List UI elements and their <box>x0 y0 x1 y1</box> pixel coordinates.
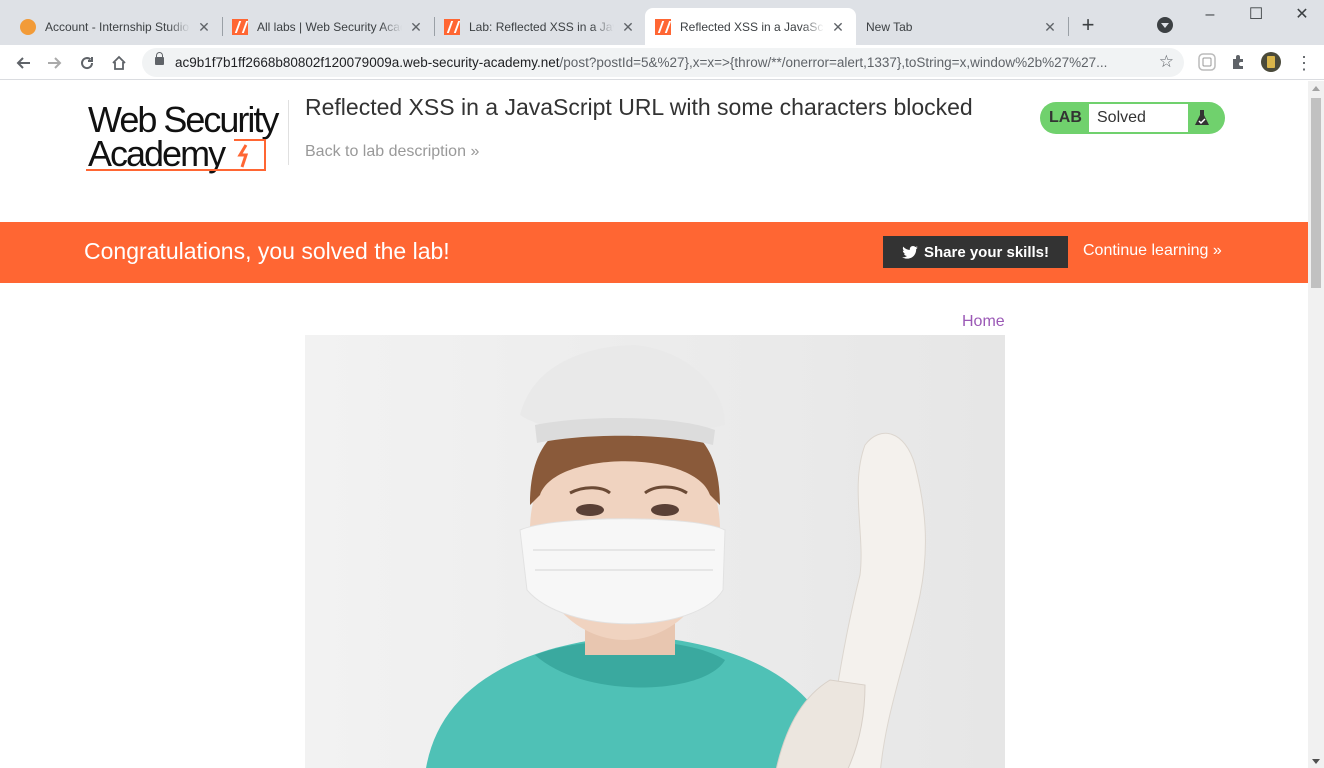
tab-title: Reflected XSS in a JavaScript URL <box>680 19 824 34</box>
back-to-description-link[interactable]: Back to lab description » <box>305 143 479 161</box>
continue-learning-link[interactable]: Continue learning » <box>1083 242 1222 260</box>
minimize-icon[interactable]: – <box>1187 4 1233 26</box>
profile-avatar-icon[interactable] <box>1261 52 1281 72</box>
url-text[interactable]: ac9b1f7b1ff2668b80802f120079009a.web-sec… <box>175 55 1125 70</box>
tab-title: Account - Internship Studio <box>45 19 190 34</box>
burp-icon <box>232 18 248 35</box>
lock-icon[interactable] <box>155 52 164 65</box>
page-viewport: Web Security Academy Reflected XSS in a … <box>0 81 1308 768</box>
scrollbar-thumb[interactable] <box>1311 98 1321 288</box>
double-chevron-icon: » <box>1212 242 1222 259</box>
scroll-up-arrow-icon[interactable] <box>1312 86 1320 91</box>
address-bar[interactable]: ac9b1f7b1ff2668b80802f120079009a.web-sec… <box>142 48 1184 77</box>
close-icon[interactable]: ✕ <box>620 19 636 35</box>
tab-title: New Tab <box>866 19 913 34</box>
internship-studio-icon <box>20 18 36 35</box>
tab-title: Lab: Reflected XSS in a JavaScript URL <box>469 19 614 34</box>
continue-label: Continue learning <box>1083 242 1209 259</box>
close-icon[interactable]: ✕ <box>196 19 212 35</box>
window-close-icon[interactable]: ✕ <box>1279 4 1324 26</box>
back-link-label: Back to lab description <box>305 143 466 160</box>
browser-tabstrip: Account - Internship Studio ✕ All labs |… <box>0 0 1324 45</box>
browser-toolbar: ac9b1f7b1ff2668b80802f120079009a.web-sec… <box>0 45 1324 80</box>
tab-separator <box>1068 17 1069 36</box>
menu-kebab-icon[interactable]: ⋮ <box>1290 49 1318 77</box>
vertical-scrollbar[interactable] <box>1308 81 1324 768</box>
solved-banner: Congratulations, you solved the lab! Sha… <box>0 222 1308 283</box>
lab-title: Reflected XSS in a JavaScript URL with s… <box>305 94 973 120</box>
congratulations-message: Congratulations, you solved the lab! <box>84 238 450 264</box>
header-divider <box>288 100 289 165</box>
burp-icon <box>444 18 460 35</box>
status-box: Solved <box>1089 104 1188 132</box>
tab-all-labs[interactable]: All labs | Web Security Academy ✕ <box>222 8 434 45</box>
tab-new-tab[interactable]: New Tab ✕ <box>856 8 1068 45</box>
close-icon[interactable]: ✕ <box>408 19 424 35</box>
tab-lab-description[interactable]: Lab: Reflected XSS in a JavaScript URL ✕ <box>434 8 646 45</box>
lab-status-widget: LAB Solved <box>1040 102 1225 134</box>
bookmark-star-icon[interactable]: ☆ <box>1159 52 1174 72</box>
flask-icon <box>1193 109 1211 127</box>
logo-lightning-icon <box>234 139 266 171</box>
home-icon[interactable] <box>105 49 133 77</box>
maximize-icon[interactable]: ☐ <box>1233 4 1279 26</box>
url-host: ac9b1f7b1ff2668b80802f120079009a.web-sec… <box>175 55 560 70</box>
burp-icon <box>655 18 671 35</box>
extension-icon[interactable] <box>1197 52 1217 72</box>
tab-title: All labs | Web Security Academy <box>257 19 402 34</box>
share-skills-button[interactable]: Share your skills! <box>883 236 1068 268</box>
twitter-icon <box>902 245 918 259</box>
close-icon[interactable]: ✕ <box>830 19 846 35</box>
surgeon-photo <box>305 335 1005 768</box>
back-icon[interactable] <box>9 49 37 77</box>
puzzle-extensions-icon[interactable] <box>1229 52 1249 72</box>
share-label: Share your skills! <box>923 243 1050 261</box>
reload-icon[interactable] <box>73 49 101 77</box>
status-text: Solved <box>1097 109 1146 126</box>
forward-icon[interactable] <box>41 49 69 77</box>
blog-post-image <box>305 335 1005 768</box>
logo-underline <box>86 169 236 171</box>
double-chevron-icon: » <box>470 143 480 160</box>
home-link[interactable]: Home <box>962 313 1005 331</box>
web-security-academy-logo[interactable]: Web Security Academy <box>86 99 286 174</box>
url-path: /post?postId=5&%27},x=x=>{throw/**/onerr… <box>559 55 1108 70</box>
tab-account[interactable]: Account - Internship Studio ✕ <box>10 8 222 45</box>
tab-active-lab[interactable]: Reflected XSS in a JavaScript URL ✕ <box>645 8 856 45</box>
lab-tag: LAB <box>1049 109 1082 126</box>
new-tab-button[interactable]: + <box>1076 14 1100 38</box>
scroll-down-arrow-icon[interactable] <box>1312 759 1320 764</box>
tab-search-icon[interactable] <box>1157 17 1173 33</box>
close-icon[interactable]: ✕ <box>1042 19 1058 35</box>
